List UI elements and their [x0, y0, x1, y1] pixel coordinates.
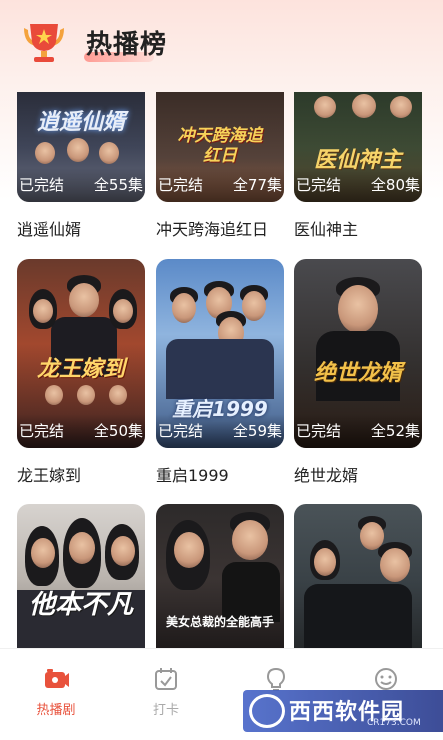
- drama-poster[interactable]: [294, 504, 422, 654]
- poster-title-art: 冲天跨海追红日: [177, 126, 263, 166]
- watermark-logo-icon: [249, 694, 285, 728]
- smile-icon: [375, 668, 397, 690]
- tv-icon: [45, 669, 69, 688]
- drama-card[interactable]: 逍遥仙婿 已完结 全55集 逍遥仙婿: [17, 92, 145, 240]
- status-label: 已完结: [19, 422, 65, 440]
- episode-count: 全52集: [370, 422, 420, 440]
- drama-title[interactable]: 医仙神主: [294, 216, 422, 240]
- tab-checkin[interactable]: 打卡: [136, 667, 196, 718]
- drama-poster[interactable]: 绝世龙婿 已完结 全52集: [294, 259, 422, 448]
- header: 热播榜: [0, 0, 443, 90]
- episode-count: 全77集: [232, 176, 282, 194]
- drama-title[interactable]: 重启1999: [156, 462, 284, 486]
- drama-card[interactable]: 他本不凡: [17, 504, 145, 654]
- drama-card[interactable]: 冲天跨海追红日 已完结 全77集 冲天跨海追红日: [156, 92, 284, 240]
- status-label: 已完结: [19, 176, 65, 194]
- drama-poster[interactable]: 医仙神主 已完结 全80集: [294, 92, 422, 202]
- tab-label: 打卡: [152, 703, 179, 718]
- drama-poster[interactable]: 他本不凡: [17, 504, 145, 654]
- drama-poster[interactable]: 逍遥仙婿 已完结 全55集: [17, 92, 145, 202]
- drama-card[interactable]: 龙王嫁到 已完结 全50集 龙王嫁到: [17, 259, 145, 486]
- poster-title-art: 龙王嫁到: [36, 357, 125, 382]
- poster-title-art: 逍遥仙婿: [36, 110, 125, 135]
- status-label: 已完结: [158, 422, 204, 440]
- drama-title[interactable]: 龙王嫁到: [17, 462, 145, 486]
- site-watermark: 西西软件园 CR173.COM: [243, 690, 443, 732]
- episode-count: 全55集: [93, 176, 143, 194]
- drama-card[interactable]: 绝世龙婿 已完结 全52集 绝世龙婿: [294, 259, 422, 486]
- tab-hot-dramas[interactable]: 热播剧: [26, 667, 86, 718]
- page-title: 热播榜: [86, 30, 168, 60]
- status-label: 已完结: [158, 176, 204, 194]
- drama-poster[interactable]: 龙王嫁到 已完结 全50集: [17, 259, 145, 448]
- drama-card[interactable]: 重启1999 已完结 全59集 重启1999: [156, 259, 284, 486]
- status-label: 已完结: [296, 176, 342, 194]
- calendar-check-icon: [155, 668, 177, 690]
- drama-poster[interactable]: 重启1999 已完结 全59集: [156, 259, 284, 448]
- drama-poster[interactable]: 冲天跨海追红日 已完结 全77集: [156, 92, 284, 202]
- trophy-icon: [24, 24, 64, 62]
- drama-card[interactable]: 医仙神主 已完结 全80集 医仙神主: [294, 92, 422, 240]
- drama-title[interactable]: 冲天跨海追红日: [156, 216, 284, 240]
- poster-title-art: 他本不凡: [28, 590, 133, 620]
- episode-count: 全50集: [93, 422, 143, 440]
- status-label: 已完结: [296, 422, 342, 440]
- poster-title-art: 美女总裁的全能高手: [166, 615, 275, 629]
- episode-count: 全80集: [370, 176, 420, 194]
- watermark-domain: CR173.COM: [367, 718, 421, 728]
- tab-label: 热播剧: [36, 703, 76, 718]
- drama-card[interactable]: 美女总裁的全能高手: [156, 504, 284, 654]
- drama-poster[interactable]: 美女总裁的全能高手: [156, 504, 284, 654]
- drama-title[interactable]: 绝世龙婿: [294, 462, 422, 486]
- drama-card[interactable]: [294, 504, 422, 654]
- drama-title[interactable]: 逍遥仙婿: [17, 216, 145, 240]
- poster-title-art: 绝世龙婿: [313, 361, 402, 386]
- lightbulb-icon: [266, 667, 286, 691]
- episode-count: 全59集: [232, 422, 282, 440]
